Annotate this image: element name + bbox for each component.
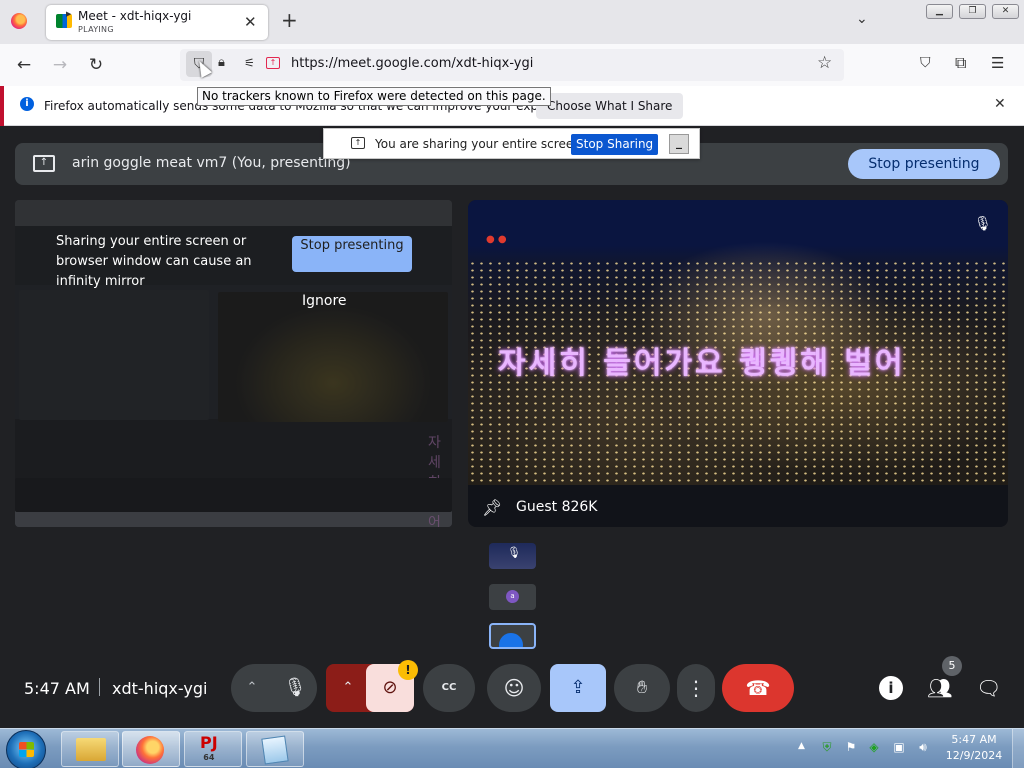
self-avatar <box>499 633 523 647</box>
pj64-icon: PJ 64 <box>200 735 218 765</box>
meeting-clock: 5:47 AM <box>24 679 90 698</box>
tracker-tooltip: No trackers known to Firefox were detect… <box>197 87 551 106</box>
more-options-icon[interactable]: ⋮ <box>677 664 715 712</box>
tab-list-chevron-down-icon[interactable]: ⌄ <box>856 11 868 27</box>
camera-warning-badge: ! <box>398 660 418 680</box>
extensions-icon[interactable]: ⧉ <box>955 53 966 73</box>
chat-icon[interactable]: 🗨︎ <box>976 676 1001 700</box>
people-icon[interactable]: 👥︎ <box>927 676 952 700</box>
show-hidden-icons-chevron-icon[interactable]: ▲ <box>798 741 805 751</box>
taskbar-explorer[interactable] <box>61 731 119 767</box>
start-button[interactable] <box>6 730 46 768</box>
sharing-bar-minimize-button[interactable]: _ <box>669 134 689 154</box>
tab-title: Meet - xdt-hiqx-ygi <box>78 9 192 23</box>
url-text[interactable]: https://meet.google.com/xdt-hiqx-ygi <box>291 56 533 71</box>
sharing-status-text: You are sharing your entire screen. <box>375 137 585 151</box>
present-now-icon[interactable]: ⇪ <box>550 664 606 712</box>
audio-options-chevron-up-icon[interactable]: ⌃ <box>231 664 273 712</box>
participant-thumbnail[interactable]: 🎙︎ <box>489 543 536 569</box>
show-desktop-button[interactable] <box>1012 729 1024 768</box>
video-subtitle: 자세히 들어가요 퀭퀭해 벌어 <box>498 346 906 381</box>
forward-arrow-icon[interactable]: → <box>48 53 72 77</box>
mirror-ignore-button[interactable]: Ignore <box>302 293 347 309</box>
clock-divider <box>99 678 100 696</box>
window-close-button[interactable]: ✕ <box>992 4 1019 19</box>
playing-icon: ▶ <box>66 10 72 18</box>
stop-presenting-button[interactable]: Stop presenting <box>848 149 1000 179</box>
notepad-icon <box>261 735 289 765</box>
stop-sharing-button[interactable]: Stop Sharing <box>571 134 659 155</box>
self-thumbnail[interactable] <box>489 623 536 649</box>
microphone-icon[interactable]: 🎙︎ <box>273 664 317 712</box>
bookmark-star-icon[interactable]: ☆ <box>817 53 832 73</box>
mirror-stop-presenting-button[interactable]: Stop presenting <box>292 236 412 272</box>
new-tab-plus-icon[interactable]: + <box>281 10 298 30</box>
video-options-chevron-up-icon[interactable]: ⌃ <box>326 664 370 712</box>
guest-video-feed: ● ● 자세히 들어가요 퀭퀭해 벌어 <box>468 200 1008 485</box>
pj64-label: PJ <box>200 733 218 752</box>
taskbar-time[interactable]: 5:47 AM <box>944 733 1004 746</box>
reload-icon[interactable]: ↻ <box>84 53 108 77</box>
participant-avatar: a <box>506 590 519 603</box>
permissions-icon[interactable]: ⚟ <box>244 56 255 70</box>
presenter-title: arin goggle meat vm7 (You, presenting) <box>72 155 351 171</box>
tab-strip: ▶ Meet - xdt-hiqx-ygi PLAYING ✕ + ⌄ ▁ ❐ … <box>0 0 1024 44</box>
pocket-icon[interactable]: ⛉ <box>920 55 931 71</box>
browser-tab-meet[interactable]: ▶ Meet - xdt-hiqx-ygi PLAYING ✕ <box>46 5 268 40</box>
participant-thumbnail[interactable]: a <box>489 584 536 610</box>
hamburger-menu-icon[interactable]: ☰ <box>991 54 1004 72</box>
choose-what-i-share-button[interactable]: Choose What I Share <box>536 93 684 119</box>
end-call-icon[interactable]: ☎︎ <box>722 664 794 712</box>
mic-muted-icon: 🎙︎ <box>507 546 521 559</box>
taskbar-notepad[interactable] <box>246 731 304 767</box>
captions-button[interactable]: CC <box>423 664 475 712</box>
mic-muted-icon: 🎙︎ <box>974 216 992 232</box>
back-arrow-icon[interactable]: ← <box>12 53 36 77</box>
info-icon: i <box>20 97 34 111</box>
windows-logo-icon <box>19 742 34 757</box>
infinity-mirror-message: Sharing your entire screen or browser wi… <box>56 234 252 289</box>
screen-share-icon: ↑ <box>351 137 365 149</box>
emoji-reaction-icon[interactable]: ☺ <box>487 664 541 712</box>
guest-video-tile[interactable]: ● ● 자세히 들어가요 퀭퀭해 벌어 🎙︎ 📌︎ Guest 826K <box>468 200 1008 527</box>
window-minimize-button[interactable]: ▁ <box>926 4 953 19</box>
firefox-logo-icon[interactable] <box>11 13 27 29</box>
pj64-sub-label: 64 <box>203 753 215 762</box>
taskbar-firefox[interactable] <box>122 731 180 767</box>
network-globe-icon[interactable]: ◈ <box>866 739 882 755</box>
microphone-control-group: ⌃ 🎙︎ <box>231 664 317 712</box>
present-screen-icon: ↑ <box>33 155 55 172</box>
tab-playing-status: PLAYING <box>78 25 114 34</box>
lock-icon[interactable]: 🔒︎ <box>218 55 225 70</box>
notification-accent-stripe <box>0 86 4 126</box>
screen-share-indicator-icon[interactable]: ↑ <box>266 57 280 69</box>
tab-close-icon[interactable]: ✕ <box>244 13 257 31</box>
notification-close-icon[interactable]: ✕ <box>994 96 1006 112</box>
network-icon[interactable]: ▣ <box>891 739 907 755</box>
guest-name-label: Guest 826K <box>516 499 598 515</box>
taskbar-project64[interactable]: PJ 64 <box>184 731 242 767</box>
action-center-flag-icon[interactable]: ⚑ <box>843 739 859 755</box>
window-restore-button[interactable]: ❐ <box>959 4 986 19</box>
self-presentation-tile: 자세히 들어가요 퀭퀭해 벌어 Sharing your entire scre… <box>15 200 452 527</box>
meeting-info-icon[interactable]: i <box>879 676 903 700</box>
red-lights: ● ● <box>486 234 507 245</box>
screen-sharing-indicator-bar: ↑ You are sharing your entire screen. St… <box>323 128 700 159</box>
volume-icon[interactable]: 🔊︎ <box>915 739 931 755</box>
pin-icon[interactable]: 📌︎ <box>482 498 502 517</box>
infinity-mirror-overlay: Sharing your entire screen or browser wi… <box>15 200 452 527</box>
firefox-icon <box>136 736 164 764</box>
participant-count-badge: 5 <box>942 656 962 676</box>
meeting-code: xdt-hiqx-ygi <box>112 679 208 698</box>
raise-hand-icon[interactable]: ✋︎ <box>614 664 670 712</box>
folder-icon <box>76 738 106 761</box>
taskbar-date[interactable]: 12/9/2024 <box>944 749 1004 762</box>
security-shield-icon[interactable]: ⛨ <box>819 739 835 755</box>
